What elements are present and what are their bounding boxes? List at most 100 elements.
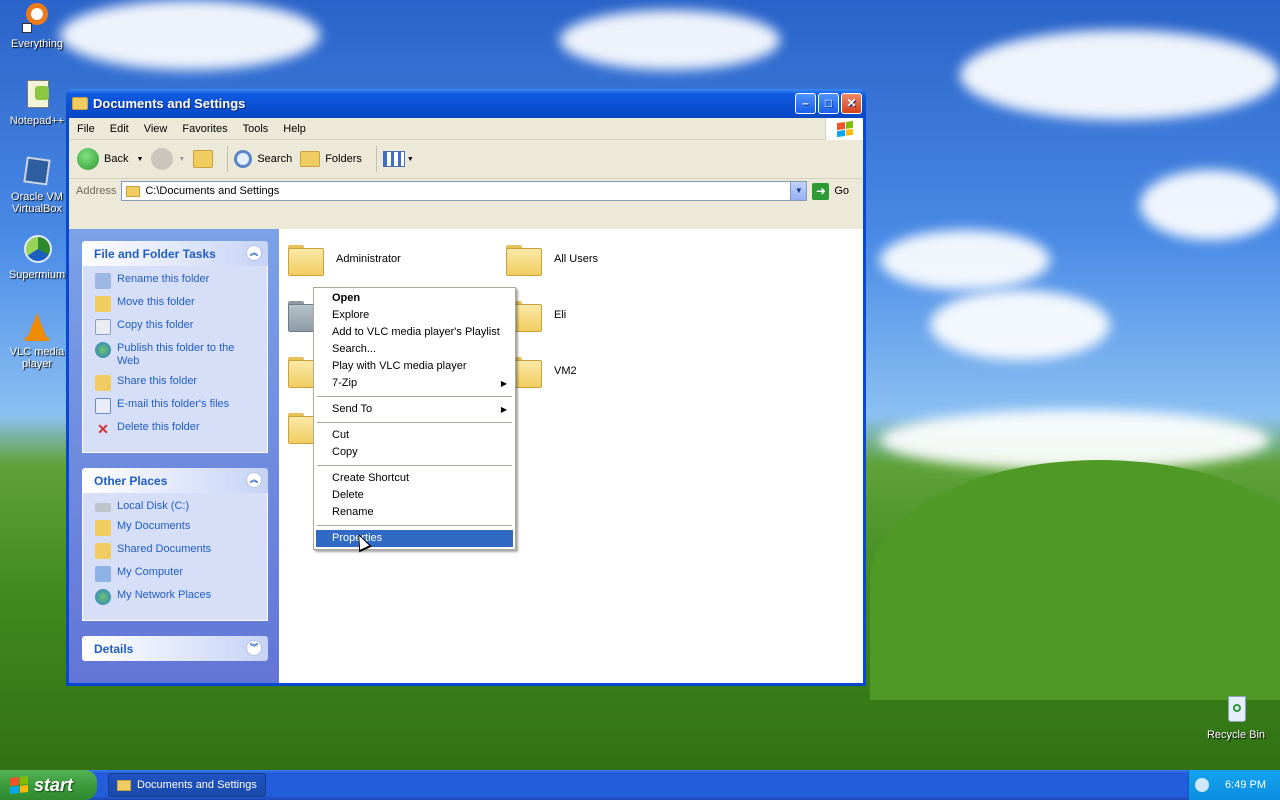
menu-file[interactable]: File xyxy=(77,123,95,135)
copy-folder-icon xyxy=(95,319,111,335)
menu-item-explore[interactable]: Explore xyxy=(316,307,513,324)
menu-view[interactable]: View xyxy=(144,123,168,135)
desktop-icon-virtualbox[interactable]: Oracle VM VirtualBox xyxy=(0,156,74,215)
menu-item-search[interactable]: Search... xyxy=(316,341,513,358)
address-dropdown-button[interactable]: ▼ xyxy=(790,182,807,200)
search-button[interactable]: Search xyxy=(234,150,292,168)
forward-arrow-icon xyxy=(151,148,174,170)
go-arrow-icon: ➜ xyxy=(812,182,830,200)
maximize-button[interactable]: □ xyxy=(818,93,839,114)
forward-button[interactable]: ▼ xyxy=(151,148,185,170)
folder-item[interactable]: Administrator xyxy=(288,242,401,276)
panel-header[interactable]: Other Places ︽ xyxy=(82,468,268,493)
clock[interactable]: 6:49 PM xyxy=(1225,779,1266,791)
task-move-folder[interactable]: Move this folder xyxy=(95,296,259,312)
desktop-icon-everything[interactable]: Everything xyxy=(0,3,74,50)
start-button[interactable]: start xyxy=(0,770,97,800)
rename-icon xyxy=(95,273,111,289)
up-folder-button[interactable] xyxy=(193,150,214,168)
place-my-documents[interactable]: My Documents xyxy=(95,520,259,536)
folder-label: VM2 xyxy=(554,365,577,377)
menu-item-label: 7-Zip xyxy=(332,377,358,389)
place-label: Shared Documents xyxy=(117,543,212,555)
expand-icon[interactable]: ︾ xyxy=(246,640,262,656)
windows-logo-icon xyxy=(825,118,863,140)
task-rename-folder[interactable]: Rename this folder xyxy=(95,273,259,289)
views-button[interactable]: ▼ xyxy=(382,151,414,167)
globe-icon xyxy=(95,342,111,358)
menu-help[interactable]: Help xyxy=(283,123,306,135)
menu-favorites[interactable]: Favorites xyxy=(182,123,227,135)
menu-separator xyxy=(317,396,512,397)
go-button[interactable]: ➜ Go xyxy=(812,182,850,200)
task-email-files[interactable]: E-mail this folder's files xyxy=(95,398,259,414)
drive-icon xyxy=(95,503,111,512)
menu-item-add-vlc-playlist[interactable]: Add to VLC media player's Playlist xyxy=(316,324,513,341)
collapse-icon[interactable]: ︽ xyxy=(246,245,262,261)
desktop-icon-recycle-bin[interactable]: Recycle Bin xyxy=(1199,694,1273,741)
minimize-button[interactable]: – xyxy=(795,93,816,114)
collapse-icon[interactable]: ︽ xyxy=(246,472,262,488)
task-label: Publish this folder to the Web xyxy=(117,342,235,367)
menu-item-rename[interactable]: Rename xyxy=(316,504,513,521)
menu-bar: File Edit View Favorites Tools Help xyxy=(69,118,863,140)
task-publish-web[interactable]: Publish this folder to the Web xyxy=(95,342,259,368)
menu-item-delete[interactable]: Delete xyxy=(316,487,513,504)
close-button[interactable]: ✕ xyxy=(841,93,862,114)
desktop-icon-vlc[interactable]: VLC media player xyxy=(0,311,74,370)
menu-item-create-shortcut[interactable]: Create Shortcut xyxy=(316,470,513,487)
menu-edit[interactable]: Edit xyxy=(110,123,129,135)
folder-icon xyxy=(506,242,544,276)
panel-title: Other Places xyxy=(94,473,168,488)
desktop-icon-supermium[interactable]: Supermium xyxy=(0,234,74,281)
title-bar[interactable]: Documents and Settings – □ ✕ xyxy=(66,89,866,118)
place-label: My Documents xyxy=(117,520,191,532)
folder-item[interactable]: All Users xyxy=(506,242,598,276)
windows-flag-icon xyxy=(10,776,28,794)
taskbar-button-documents-settings[interactable]: Documents and Settings xyxy=(108,773,266,797)
folder-item[interactable]: VM2 xyxy=(506,354,577,388)
tray-network-icon[interactable] xyxy=(1195,778,1210,792)
menu-item-properties[interactable]: Properties xyxy=(316,530,513,547)
chevron-down-icon: ▼ xyxy=(406,155,414,163)
place-shared-documents[interactable]: Shared Documents xyxy=(95,543,259,559)
system-tray: 6:49 PM xyxy=(1188,770,1280,800)
task-share-folder[interactable]: Share this folder xyxy=(95,375,259,391)
task-pane: File and Folder Tasks ︽ Rename this fold… xyxy=(69,229,279,683)
views-icon xyxy=(382,151,405,167)
desktop-icon-label: Supermium xyxy=(8,269,66,281)
search-label: Search xyxy=(257,153,293,165)
place-my-computer[interactable]: My Computer xyxy=(95,566,259,582)
panel-header[interactable]: File and Folder Tasks ︽ xyxy=(82,241,268,266)
task-label: Move this folder xyxy=(117,296,195,308)
network-icon xyxy=(95,589,111,605)
menu-item-cut[interactable]: Cut xyxy=(316,427,513,444)
toolbar-separator xyxy=(375,146,377,172)
search-icon xyxy=(234,150,253,168)
menu-item-open[interactable]: Open xyxy=(316,290,513,307)
start-label: start xyxy=(34,774,74,795)
menu-item-play-vlc[interactable]: Play with VLC media player xyxy=(316,358,513,375)
task-copy-folder[interactable]: Copy this folder xyxy=(95,319,259,335)
desktop-icon-notepadpp[interactable]: Notepad++ xyxy=(0,80,74,127)
menu-item-7zip[interactable]: 7-Zip ▶ xyxy=(316,375,513,392)
menu-item-copy[interactable]: Copy xyxy=(316,444,513,461)
place-my-network[interactable]: My Network Places xyxy=(95,589,259,605)
taskbar-button-label: Documents and Settings xyxy=(137,779,257,791)
place-local-disk[interactable]: Local Disk (C:) xyxy=(95,500,259,513)
back-button[interactable]: Back ▼ xyxy=(77,148,143,170)
context-menu: Open Explore Add to VLC media player's P… xyxy=(313,287,516,550)
panel-title: File and Folder Tasks xyxy=(94,246,216,261)
panel-header[interactable]: Details ︾ xyxy=(82,636,268,661)
go-label: Go xyxy=(834,185,850,197)
menu-tools[interactable]: Tools xyxy=(243,123,269,135)
place-label: My Computer xyxy=(117,566,184,578)
menu-item-send-to[interactable]: Send To ▶ xyxy=(316,401,513,418)
address-input[interactable]: C:\Documents and Settings ▼ xyxy=(121,181,808,201)
folders-button[interactable]: Folders xyxy=(300,151,362,167)
back-label: Back xyxy=(104,153,129,165)
other-places-panel: Other Places ︽ Local Disk (C:) My Docume… xyxy=(82,468,268,621)
menu-separator xyxy=(317,525,512,526)
task-delete-folder[interactable]: ✕ Delete this folder xyxy=(95,421,259,437)
virtualbox-icon xyxy=(21,156,53,188)
